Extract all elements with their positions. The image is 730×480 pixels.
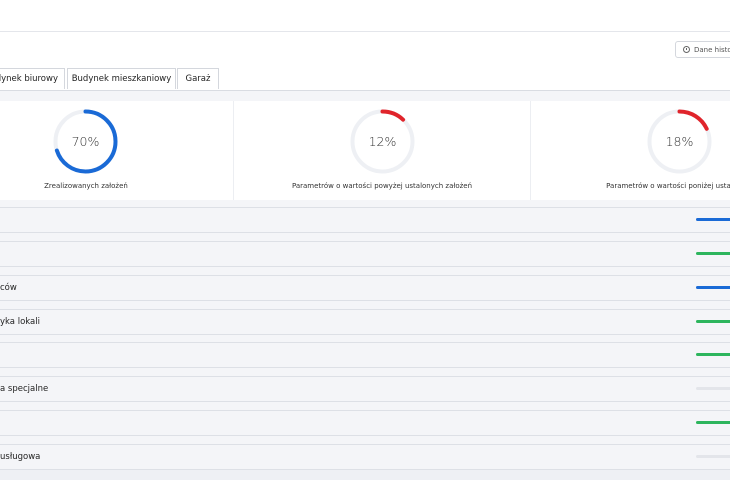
stats-panel: 70% Zrealizowanych założeń 12% Parametró… bbox=[0, 101, 730, 200]
list-row[interactable] bbox=[0, 342, 730, 368]
top-bar bbox=[0, 0, 730, 32]
list-row[interactable] bbox=[0, 410, 730, 436]
progress-percent: 12% bbox=[368, 134, 397, 149]
stat-card-above: 12% Parametrów o wartości powyżej ustalo… bbox=[234, 101, 531, 200]
history-data-button[interactable]: Dane histo bbox=[675, 41, 730, 58]
row-progress-bar bbox=[696, 387, 730, 390]
tab-office-building[interactable]: dynek biurowy bbox=[0, 68, 65, 89]
tab-label: Budynek mieszkaniowy bbox=[71, 74, 172, 84]
building-tabs: dynek biurowy Budynek mieszkaniowy Garaż bbox=[0, 68, 730, 91]
stat-card-below: 18% Parametrów o wartości poniżej ustalo… bbox=[531, 101, 730, 200]
progress-percent: 70% bbox=[71, 134, 100, 149]
list-row[interactable] bbox=[0, 241, 730, 267]
toolbar bbox=[0, 32, 730, 68]
row-progress-bar bbox=[696, 252, 730, 255]
tab-residential-building[interactable]: Budynek mieszkaniowy bbox=[67, 68, 176, 89]
tab-garage[interactable]: Garaż bbox=[177, 68, 219, 89]
row-progress-bar bbox=[696, 286, 730, 289]
progress-ring: 70% bbox=[52, 108, 119, 175]
row-progress-bar bbox=[696, 218, 730, 221]
row-progress-bar bbox=[696, 353, 730, 356]
row-label: yka lokali bbox=[0, 317, 40, 327]
row-progress-bar bbox=[696, 455, 730, 458]
stat-label: Parametrów o wartości powyżej ustalonych… bbox=[291, 182, 473, 190]
list-row[interactable]: yka lokali bbox=[0, 309, 730, 335]
list-row[interactable]: a specjalne bbox=[0, 376, 730, 402]
footer-strip bbox=[0, 470, 730, 480]
row-progress-bar bbox=[696, 421, 730, 424]
list-row[interactable]: usługowa bbox=[0, 444, 730, 470]
stat-card-realized: 70% Zrealizowanych założeń bbox=[0, 101, 234, 200]
list-row[interactable]: ców bbox=[0, 275, 730, 301]
history-clock-icon bbox=[683, 46, 690, 53]
progress-ring: 18% bbox=[646, 108, 713, 175]
stat-label: Parametrów o wartości poniżej ustalonych bbox=[606, 182, 730, 190]
stat-label: Zrealizowanych założeń bbox=[44, 182, 128, 190]
history-data-label: Dane histo bbox=[694, 45, 730, 54]
list-row[interactable] bbox=[0, 207, 730, 233]
progress-percent: 18% bbox=[665, 134, 694, 149]
row-progress-bar bbox=[696, 320, 730, 323]
row-label: usługowa bbox=[0, 452, 41, 462]
tab-label: Garaż bbox=[185, 74, 211, 84]
tab-label: dynek biurowy bbox=[0, 74, 58, 84]
row-label: a specjalne bbox=[0, 384, 49, 394]
progress-ring: 12% bbox=[349, 108, 416, 175]
row-label: ców bbox=[0, 283, 17, 293]
